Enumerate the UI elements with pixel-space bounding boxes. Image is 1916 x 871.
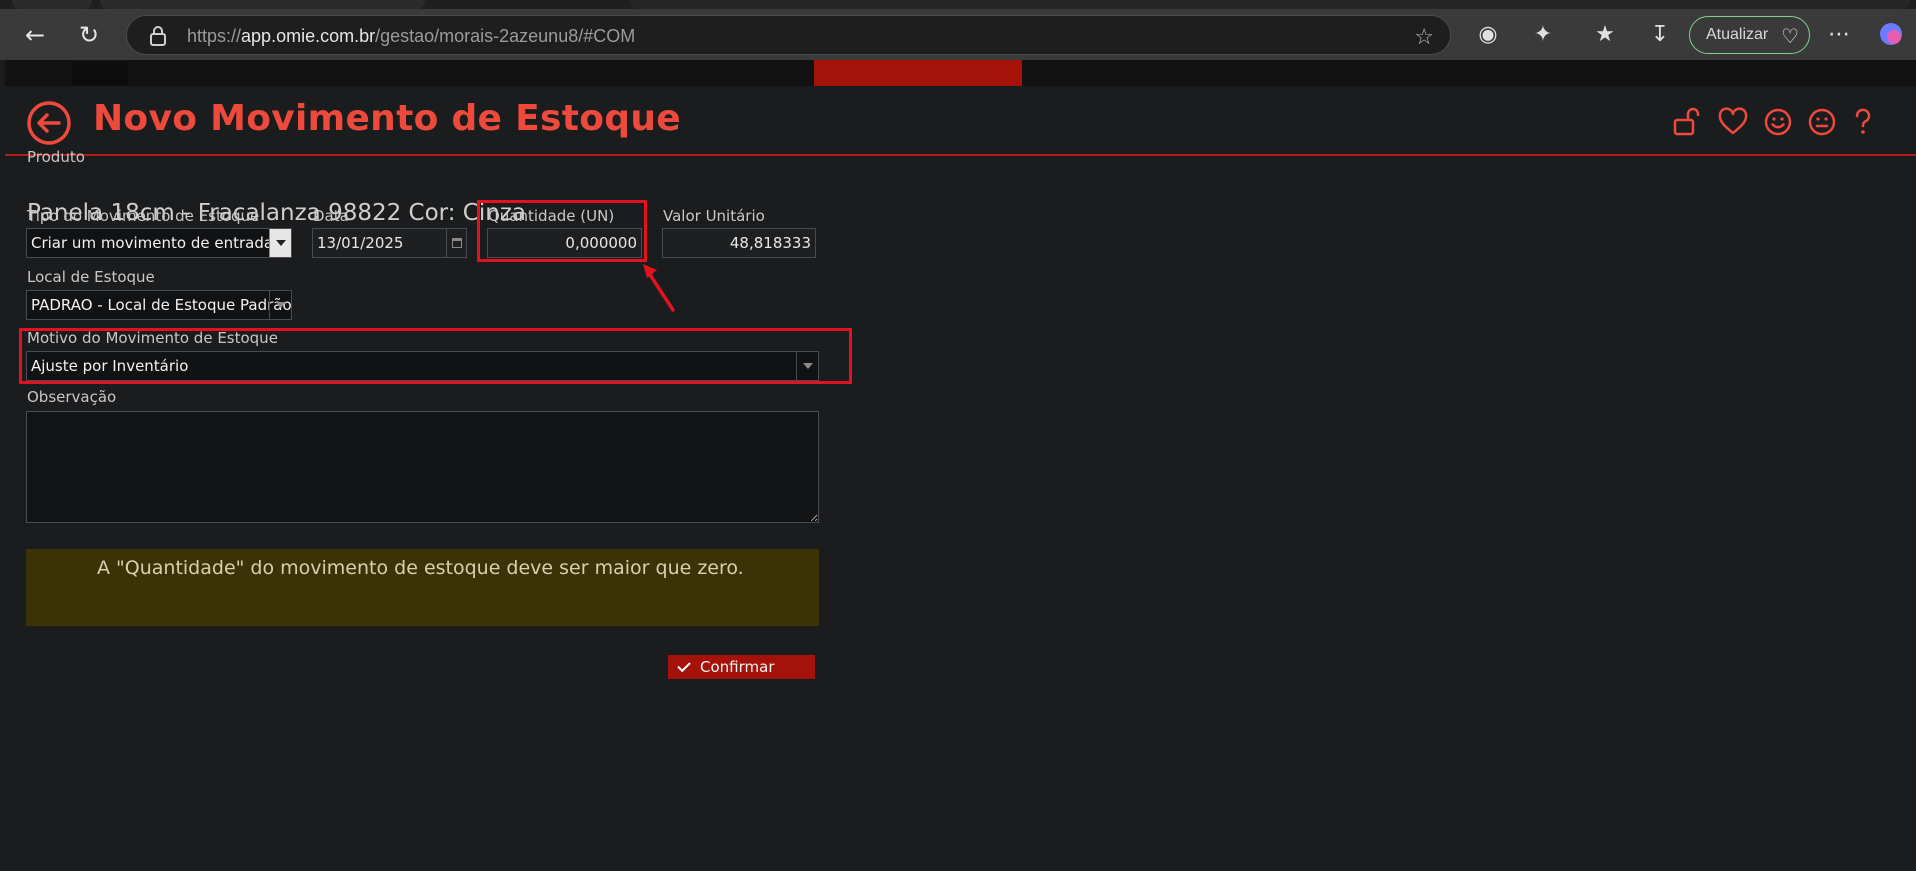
copilot-icon[interactable] <box>1874 17 1908 51</box>
favorite-star-icon[interactable]: ☆ <box>1414 25 1434 50</box>
help-question-icon[interactable] <box>1847 106 1879 138</box>
heartbeat-icon: ♡ <box>1781 26 1799 48</box>
observation-textarea[interactable] <box>26 411 819 523</box>
confirm-button[interactable]: Confirmar <box>668 655 815 679</box>
lock-icon <box>150 26 166 46</box>
url-host: app.omie.com.br <box>241 26 376 46</box>
browser-tab[interactable] <box>630 0 1910 9</box>
location-value: PADRAO - Local de Estoque Padrão <box>31 296 292 314</box>
reload-icon[interactable]: ↻ <box>70 16 108 54</box>
update-label: Atualizar <box>1706 26 1769 43</box>
validation-warning: A "Quantidade" do movimento de estoque d… <box>26 549 819 626</box>
date-value: 13/01/2025 <box>317 234 404 252</box>
page-title: Novo Movimento de Estoque <box>93 98 681 139</box>
url-text: https://app.omie.com.br/gestao/morais-2a… <box>187 26 635 47</box>
chevron-down-icon[interactable] <box>269 291 291 319</box>
copilot-logo-icon <box>1880 23 1902 45</box>
back-arrow-icon[interactable]: ← <box>16 16 54 54</box>
location-select[interactable]: PADRAO - Local de Estoque Padrão <box>26 290 292 320</box>
browser-tab[interactable] <box>12 0 92 9</box>
downloads-icon[interactable]: ↧ <box>1643 17 1677 51</box>
unlock-icon[interactable] <box>1671 106 1703 138</box>
browser-toolbar: ← ↻ https://app.omie.com.br/gestao/morai… <box>0 0 1916 60</box>
app-active-menu-item[interactable] <box>814 60 1022 86</box>
app-logo <box>72 62 128 86</box>
more-menu-icon[interactable]: ⋯ <box>1822 17 1856 51</box>
warning-message: A "Quantidade" do movimento de estoque d… <box>97 557 744 579</box>
url-path: /gestao/morais-2azeunu8/#COM <box>375 26 636 46</box>
product-label: Produto <box>27 148 85 166</box>
profile-glasses-icon[interactable]: ◉ <box>1471 17 1505 51</box>
movement-type-label: Tipo do Movimento de Estoque <box>27 207 260 225</box>
back-circle-arrow-icon[interactable] <box>26 100 72 146</box>
browser-tab[interactable] <box>100 0 425 9</box>
favorites-icon[interactable]: ★ <box>1588 17 1622 51</box>
modal-header: Novo Movimento de Estoque <box>5 86 1916 156</box>
address-bar[interactable]: https://app.omie.com.br/gestao/morais-2a… <box>126 15 1451 55</box>
calendar-icon[interactable] <box>446 229 466 257</box>
unit-value-input[interactable]: 48,818333 <box>662 228 816 258</box>
quantity-highlight-box <box>477 200 647 262</box>
extensions-puzzle-icon[interactable]: ✦ <box>1526 17 1560 51</box>
date-label: Data <box>313 207 349 225</box>
reason-highlight-box <box>19 328 852 384</box>
tab-strip <box>0 0 1916 9</box>
url-prefix: https:// <box>187 26 242 46</box>
movement-type-value: Criar um movimento de entrada <box>31 234 274 252</box>
unit-value-label: Valor Unitário <box>663 207 765 225</box>
smile-icon[interactable] <box>1762 106 1794 138</box>
movement-type-select[interactable]: Criar um movimento de entrada <box>26 228 292 258</box>
date-input[interactable]: 13/01/2025 <box>312 228 467 258</box>
location-label: Local de Estoque <box>27 268 155 286</box>
observation-label: Observação <box>27 388 117 406</box>
heart-icon[interactable] <box>1717 106 1749 138</box>
check-icon <box>677 658 691 673</box>
chevron-down-icon[interactable] <box>269 229 291 257</box>
update-browser-button[interactable]: Atualizar ♡ <box>1689 16 1810 54</box>
stock-movement-modal: Novo Movimento de Estoque Produto Panela… <box>5 86 1916 871</box>
confirm-label: Confirmar <box>700 658 775 676</box>
neutral-face-icon[interactable] <box>1806 106 1838 138</box>
annotation-arrow-icon <box>643 264 675 312</box>
unit-value-value: 48,818333 <box>729 234 811 252</box>
